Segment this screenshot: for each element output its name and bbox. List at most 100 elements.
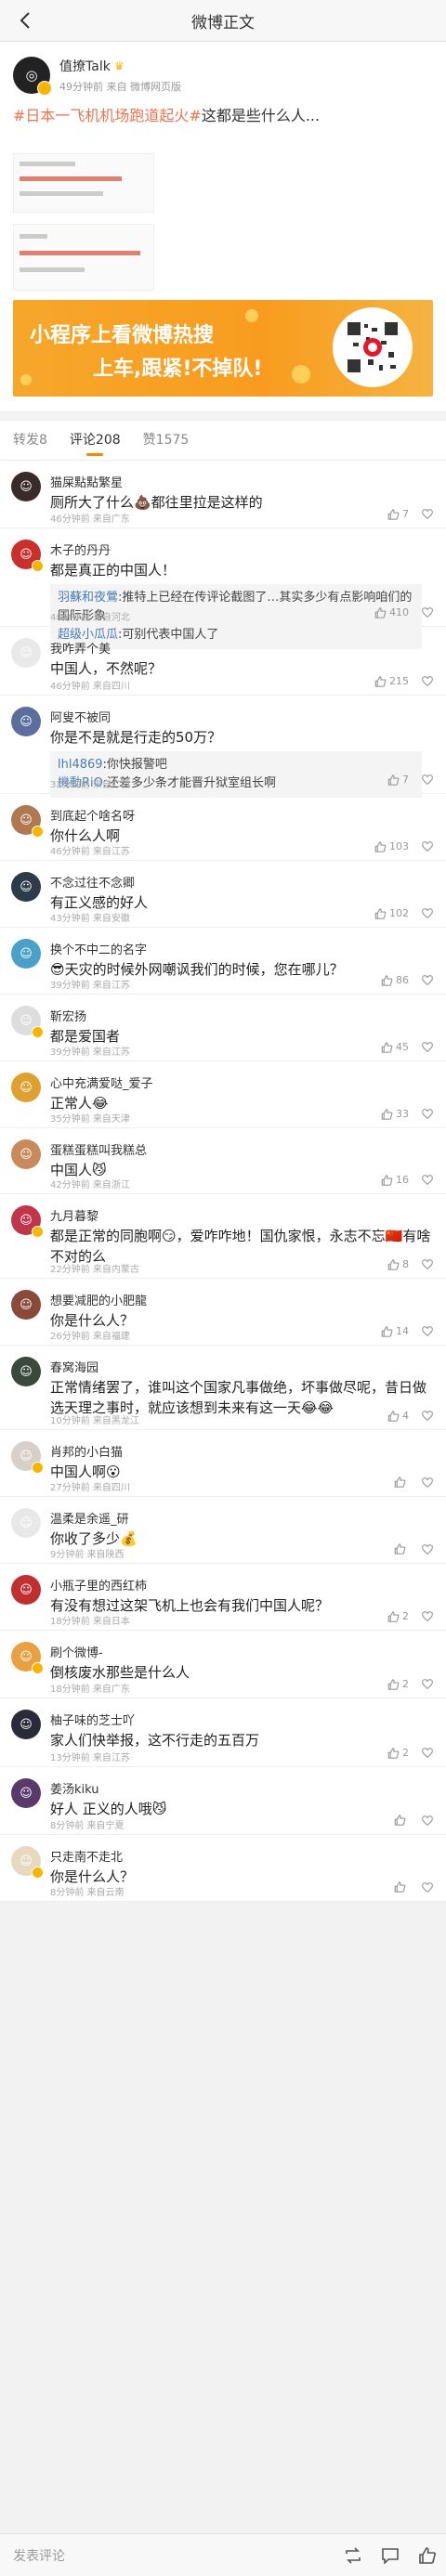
comment-item[interactable]: ☺ 春窝海园 正常情绪罢了，谁叫这个国家凡事做绝，坏事做尽呢，昔日做选天理之事时，就… [0, 1346, 446, 1430]
commenter-name[interactable]: 我咋弄个美 [50, 639, 111, 657]
heart-icon[interactable] [422, 1042, 433, 1052]
avatar[interactable]: ☺ [11, 707, 41, 736]
comment-icon[interactable] [372, 2547, 409, 2564]
heart-icon[interactable] [422, 1543, 433, 1555]
comment-item[interactable]: ☺ 想要减肥的小肥龍 你是什么人？ 26分钟前 来自福建 14 [0, 1279, 446, 1346]
comment-item[interactable]: ☺ 温柔是余遥_研 你收了多少💰 9分钟前 来自陕西 [0, 1497, 446, 1564]
commenter-name[interactable]: 春窝海园 [50, 1358, 98, 1375]
comment-like-button[interactable] [394, 1477, 409, 1488]
comment-like-button[interactable] [394, 1881, 409, 1893]
comment-item[interactable]: ☺ 刷个微博- 倒核废水那些是什么人 18分钟前 来自广东 2 [0, 1631, 446, 1698]
comment-like-button[interactable]: 45 [381, 1041, 409, 1053]
comment-item[interactable]: ☺ 小瓶子里的西红柿 有没有想过这架飞机上也会有我们中国人呢？ 18分钟前 来自日本 2 [0, 1564, 446, 1631]
comment-like-button[interactable] [394, 1543, 409, 1555]
heart-icon[interactable] [422, 1881, 433, 1893]
comment-like-button[interactable] [394, 1815, 409, 1826]
post-image-1[interactable] [13, 153, 154, 213]
commenter-name[interactable]: 九月暮黎 [50, 1206, 98, 1224]
heart-icon[interactable] [422, 1109, 433, 1119]
comment-like-button[interactable]: 4 [387, 1410, 409, 1422]
commenter-name[interactable]: 不念过往不念卿 [50, 873, 135, 891]
commenter-name[interactable]: 猫屎點點繁星 [50, 473, 123, 490]
comment-like-button[interactable]: 33 [381, 1108, 409, 1120]
avatar[interactable]: ◎ [13, 57, 52, 96]
commenter-name[interactable]: 想要减肥的小肥龍 [50, 1291, 147, 1308]
avatar[interactable]: ☺ [11, 939, 41, 969]
avatar[interactable]: ☺ [11, 1290, 41, 1320]
heart-icon[interactable] [422, 1259, 433, 1269]
commenter-name[interactable]: 心中充满爱哒_爱子 [50, 1073, 153, 1091]
comment-item[interactable]: ☺ 只走南不走北 你是什么人？ 8分钟前 来自云南 [0, 1835, 446, 1902]
avatar[interactable]: ☺ [11, 1778, 41, 1808]
heart-icon[interactable] [422, 1175, 433, 1185]
repost-icon[interactable] [334, 2546, 372, 2564]
heart-icon[interactable] [422, 841, 433, 852]
comment-item[interactable]: ☺ 我咋弄个美 中国人，不然呢？ 46分钟前 来自四川 215 [0, 627, 446, 696]
comment-like-button[interactable]: 7 [387, 508, 409, 520]
like-icon[interactable] [409, 2546, 446, 2564]
avatar[interactable]: ☺ [11, 1508, 41, 1538]
heart-icon[interactable] [422, 1477, 433, 1488]
comment-item[interactable]: ☺ 猫屎點點繁星 厕所大了什么💩都往里拉是这样的 46分钟前 来自广东 7 [0, 461, 446, 528]
commenter-name[interactable]: 到底起个啥名呀 [50, 806, 135, 824]
commenter-name[interactable]: 换个不中二的名字 [50, 940, 147, 957]
commenter-name[interactable]: 蛋糕蛋糕叫我糕总 [50, 1140, 147, 1158]
heart-icon[interactable] [422, 607, 433, 618]
reply-author[interactable]: 羽蘇和夜鶯 [58, 591, 118, 605]
commenter-name[interactable]: 小瓶子里的西红柿 [50, 1576, 147, 1594]
comment-like-button[interactable]: 7 [387, 774, 409, 786]
comment-like-button[interactable]: 14 [381, 1325, 409, 1337]
tab-repost[interactable]: 转发8 [13, 421, 47, 460]
comment-like-button[interactable]: 16 [381, 1174, 409, 1186]
heart-icon[interactable] [422, 1748, 433, 1758]
comment-item[interactable]: ☺ 九月暮黎 都是正常的同胞啊😏，爱咋咋地！国仇家恨，永志不忘🇨🇳有啥不对的么 22分… [0, 1194, 446, 1279]
comment-like-button[interactable]: 86 [381, 974, 409, 986]
reply-preview[interactable]: lhl4869:你快报警吧 機動RiO:还差多少条才能晋升狱室组长啊 [50, 751, 422, 798]
comment-item[interactable]: ☺ 到底起个啥名呀 你什么人啊 46分钟前 来自江苏 103 [0, 794, 446, 861]
comment-like-button[interactable]: 2 [387, 1678, 409, 1690]
heart-icon[interactable] [422, 1411, 433, 1421]
heart-icon[interactable] [422, 1611, 433, 1621]
heart-icon[interactable] [422, 1815, 433, 1826]
commenter-name[interactable]: 姜汤kiku [50, 1779, 99, 1797]
avatar[interactable]: ☺ [11, 872, 41, 902]
mini-program-banner[interactable]: 小程序上看微博热搜 上车,跟紧!不掉队! [13, 300, 433, 397]
comment-like-button[interactable]: 102 [374, 907, 409, 919]
comment-item[interactable]: ☺ 心中充满爱哒_爱子 正常人😂 35分钟前 来自天津 33 [0, 1061, 446, 1128]
comment-item[interactable]: ☺ 柚子味的芝士吖 家人们快举报，这不行走的五百万 13分钟前 来自江苏 2 [0, 1698, 446, 1767]
tab-comments[interactable]: 评论208 [70, 421, 121, 460]
comment-like-button[interactable]: 2 [387, 1747, 409, 1759]
avatar[interactable]: ☺ [11, 1357, 41, 1386]
comment-item[interactable]: ☺ 姜汤kiku 好人 正义的人哦😼 8分钟前 来自宁夏 [0, 1767, 446, 1835]
comment-item[interactable]: ☺ 靳宏扬 都是爱国者 39分钟前 来自江苏 45 [0, 995, 446, 1061]
comment-item[interactable]: ☺ 木子的丹丹 都是真正的中国人！ 羽蘇和夜鶯:推特上已经在传评论截图了…其实多少有点… [0, 528, 446, 649]
comment-like-button[interactable]: 215 [374, 675, 409, 687]
commenter-name[interactable]: 肖邦的小白猫 [50, 1442, 123, 1460]
heart-icon[interactable] [422, 1326, 433, 1336]
heart-icon[interactable] [422, 1679, 433, 1689]
commenter-name[interactable]: 只走南不走北 [50, 1847, 123, 1865]
commenter-name[interactable]: 温柔是余遥_研 [50, 1509, 129, 1527]
comment-item[interactable]: ☺ 阿叟不被同 你是不是就是行走的50万？ lhl4869:你快报警吧 機動RiO:还差… [0, 696, 446, 798]
comment-like-button[interactable]: 103 [374, 840, 409, 852]
avatar[interactable]: ☺ [11, 1073, 41, 1102]
avatar[interactable]: ☺ [11, 1575, 41, 1605]
comment-item[interactable]: ☺ 蛋糕蛋糕叫我糕总 中国人😼 42分钟前 来自浙江 16 [0, 1128, 446, 1194]
post-image-2[interactable] [13, 224, 154, 291]
comment-like-button[interactable]: 410 [374, 606, 409, 618]
heart-icon[interactable] [422, 676, 433, 686]
comment-like-button[interactable]: 8 [387, 1258, 409, 1270]
comment-item[interactable]: ☺ 换个不中二的名字 😎天灾的时候外网嘲讽我们的时候，您在哪儿？ 39分钟前 来自江苏… [0, 928, 446, 995]
commenter-name[interactable]: 柚子味的芝士吖 [50, 1711, 135, 1728]
hashtag-link[interactable]: #日本一飞机机场跑道起火# [13, 107, 202, 124]
commenter-name[interactable]: 阿叟不被同 [50, 708, 111, 725]
avatar[interactable]: ☺ [11, 472, 41, 501]
avatar[interactable]: ☺ [11, 638, 41, 668]
commenter-name[interactable]: 刷个微博- [50, 1643, 103, 1660]
comment-item[interactable]: ☺ 不念过往不念卿 有正义感的好人 43分钟前 来自安徽 102 [0, 861, 446, 928]
tab-likes[interactable]: 赞1575 [143, 421, 190, 460]
comment-like-button[interactable]: 2 [387, 1610, 409, 1622]
post-author[interactable]: ◎ 值撩Talk ♛ 49分钟前 来自 微博网页版 [13, 57, 181, 96]
reply-author[interactable]: lhl4869 [58, 758, 103, 772]
heart-icon[interactable] [422, 774, 433, 785]
